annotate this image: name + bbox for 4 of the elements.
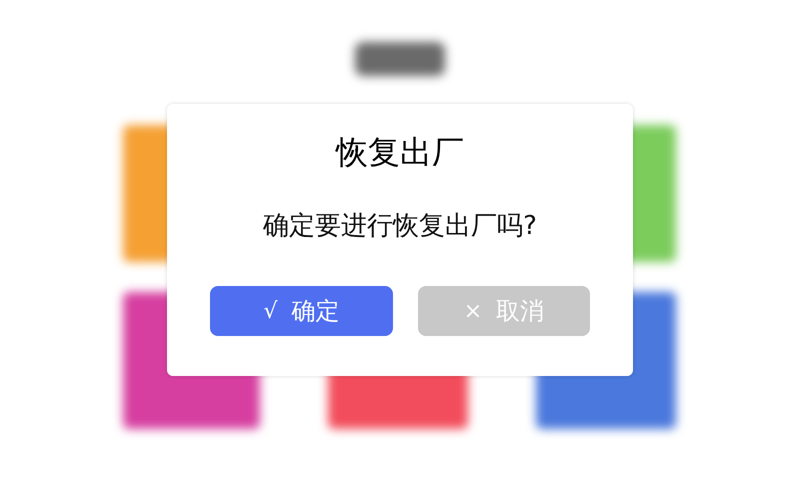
close-icon: × — [464, 298, 482, 324]
dialog-message: 确定要进行恢复出厂吗? — [263, 210, 537, 243]
check-icon: √ — [263, 298, 278, 324]
dialog-title: 恢复出厂 — [336, 132, 464, 173]
